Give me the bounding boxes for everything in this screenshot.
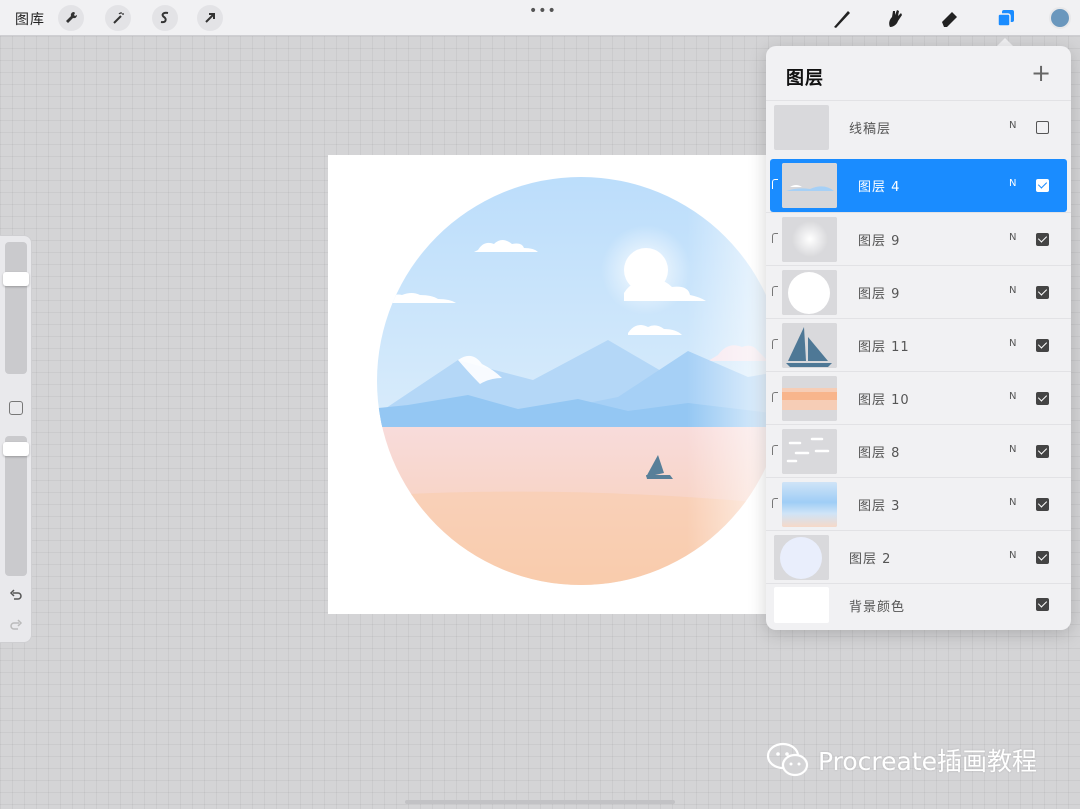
layer-row-selected[interactable]: 图层 4 N — [770, 159, 1067, 212]
modify-button[interactable] — [9, 401, 23, 415]
blend-mode-button[interactable]: N — [1009, 285, 1016, 296]
layer-row[interactable]: 图层 9 N — [766, 265, 1071, 318]
magic-wand-icon — [113, 12, 124, 24]
visibility-checkbox[interactable] — [1036, 551, 1049, 564]
redo-icon[interactable] — [8, 618, 24, 634]
blend-mode-button[interactable]: N — [1009, 232, 1016, 243]
brush-tool-button[interactable] — [828, 4, 856, 32]
layer-row-background[interactable]: 背景颜色 — [766, 583, 1071, 630]
undo-icon[interactable] — [8, 588, 24, 604]
visibility-checkbox[interactable] — [1036, 498, 1049, 511]
drawing-canvas[interactable] — [328, 155, 788, 614]
layer-thumbnail — [782, 429, 837, 474]
wechat-icon — [766, 742, 809, 777]
clipping-mask-icon — [772, 339, 778, 349]
panel-title: 图层 — [786, 68, 824, 89]
layer-thumbnail — [782, 217, 837, 262]
opacity-slider[interactable] — [3, 436, 29, 576]
visibility-checkbox[interactable] — [1036, 598, 1049, 611]
brush-size-thumb[interactable] — [3, 272, 29, 286]
layer-row[interactable]: 图层 10 N — [766, 371, 1071, 424]
clipping-mask-icon — [772, 233, 778, 243]
opacity-thumb[interactable] — [3, 442, 29, 456]
top-toolbar: 图库 ••• — [0, 0, 1080, 36]
layer-row[interactable]: 图层 9 N — [766, 212, 1071, 265]
artwork-illustration — [328, 155, 788, 614]
layer-name: 图层 2 — [849, 552, 892, 567]
transform-arrow-icon — [205, 13, 215, 23]
watermark: Procreate插画教程 — [766, 742, 1037, 778]
layer-thumbnail — [774, 587, 829, 623]
layer-thumbnail — [782, 163, 837, 208]
layer-row[interactable]: 图层 8 N — [766, 424, 1071, 477]
layer-thumbnail — [782, 323, 837, 368]
more-options-handle[interactable]: ••• — [529, 3, 557, 19]
gallery-button[interactable]: 图库 — [15, 9, 45, 29]
layer-name: 线稿层 — [849, 122, 892, 137]
smudge-tool-button[interactable] — [881, 4, 909, 32]
layers-icon — [997, 10, 1014, 27]
add-layer-button[interactable]: + — [1028, 60, 1054, 86]
layer-name: 图层 4 — [858, 180, 901, 195]
transform-button[interactable] — [197, 5, 223, 31]
visibility-checkbox[interactable] — [1036, 339, 1049, 352]
layer-row[interactable]: 图层 11 N — [766, 318, 1071, 371]
wrench-icon — [66, 11, 78, 23]
visibility-checkbox[interactable] — [1036, 445, 1049, 458]
blend-mode-button[interactable]: N — [1009, 391, 1016, 402]
blend-mode-button[interactable]: N — [1009, 550, 1016, 561]
clipping-mask-icon — [772, 286, 778, 296]
blend-mode-button[interactable]: N — [1009, 497, 1016, 508]
clipping-mask-icon — [772, 179, 778, 189]
eraser-tool-button[interactable] — [936, 4, 964, 32]
adjustments-button[interactable] — [105, 5, 131, 31]
layer-name: 图层 11 — [858, 340, 910, 355]
layer-thumbnail — [782, 482, 837, 527]
layer-row[interactable]: 图层 3 N — [766, 477, 1071, 530]
layer-name: 图层 9 — [858, 234, 901, 249]
blend-mode-button[interactable]: N — [1009, 178, 1016, 189]
layer-name: 背景颜色 — [849, 600, 906, 615]
layer-name: 图层 3 — [858, 499, 901, 514]
layer-row[interactable]: 线稿层 N — [766, 100, 1071, 153]
brush-icon — [834, 11, 850, 28]
visibility-checkbox[interactable] — [1036, 233, 1049, 246]
smudge-icon — [889, 10, 902, 27]
brush-size-slider[interactable] — [3, 242, 29, 374]
visibility-checkbox[interactable] — [1036, 179, 1049, 192]
layers-tool-button[interactable] — [992, 4, 1020, 32]
blend-mode-button[interactable]: N — [1009, 338, 1016, 349]
layer-thumbnail — [774, 535, 829, 580]
clipping-mask-icon — [772, 445, 778, 455]
layer-name: 图层 9 — [858, 287, 901, 302]
clipping-mask-icon — [772, 392, 778, 402]
selection-icon — [160, 11, 169, 24]
selection-button[interactable] — [152, 5, 178, 31]
layer-name: 图层 10 — [858, 393, 910, 408]
visibility-checkbox[interactable] — [1036, 392, 1049, 405]
layer-thumbnail — [782, 376, 837, 421]
actions-button[interactable] — [58, 5, 84, 31]
clipping-mask-icon — [772, 498, 778, 508]
layer-name: 图层 8 — [858, 446, 901, 461]
color-picker-button[interactable] — [1049, 7, 1071, 29]
layer-row[interactable]: 图层 2 N — [766, 530, 1071, 583]
visibility-checkbox[interactable] — [1036, 121, 1049, 134]
eraser-icon — [942, 12, 957, 27]
left-sidebar — [0, 235, 32, 643]
layer-thumbnail — [782, 270, 837, 315]
layer-thumbnail — [774, 105, 829, 150]
blend-mode-button[interactable]: N — [1009, 444, 1016, 455]
visibility-checkbox[interactable] — [1036, 286, 1049, 299]
home-indicator[interactable] — [405, 800, 675, 804]
layers-panel: 图层 + 线稿层 N 图层 4 N 图层 9 N 图层 9 N 图层 11 N … — [766, 46, 1071, 630]
watermark-text: Procreate插画教程 — [818, 747, 1038, 776]
blend-mode-button[interactable]: N — [1009, 120, 1016, 131]
